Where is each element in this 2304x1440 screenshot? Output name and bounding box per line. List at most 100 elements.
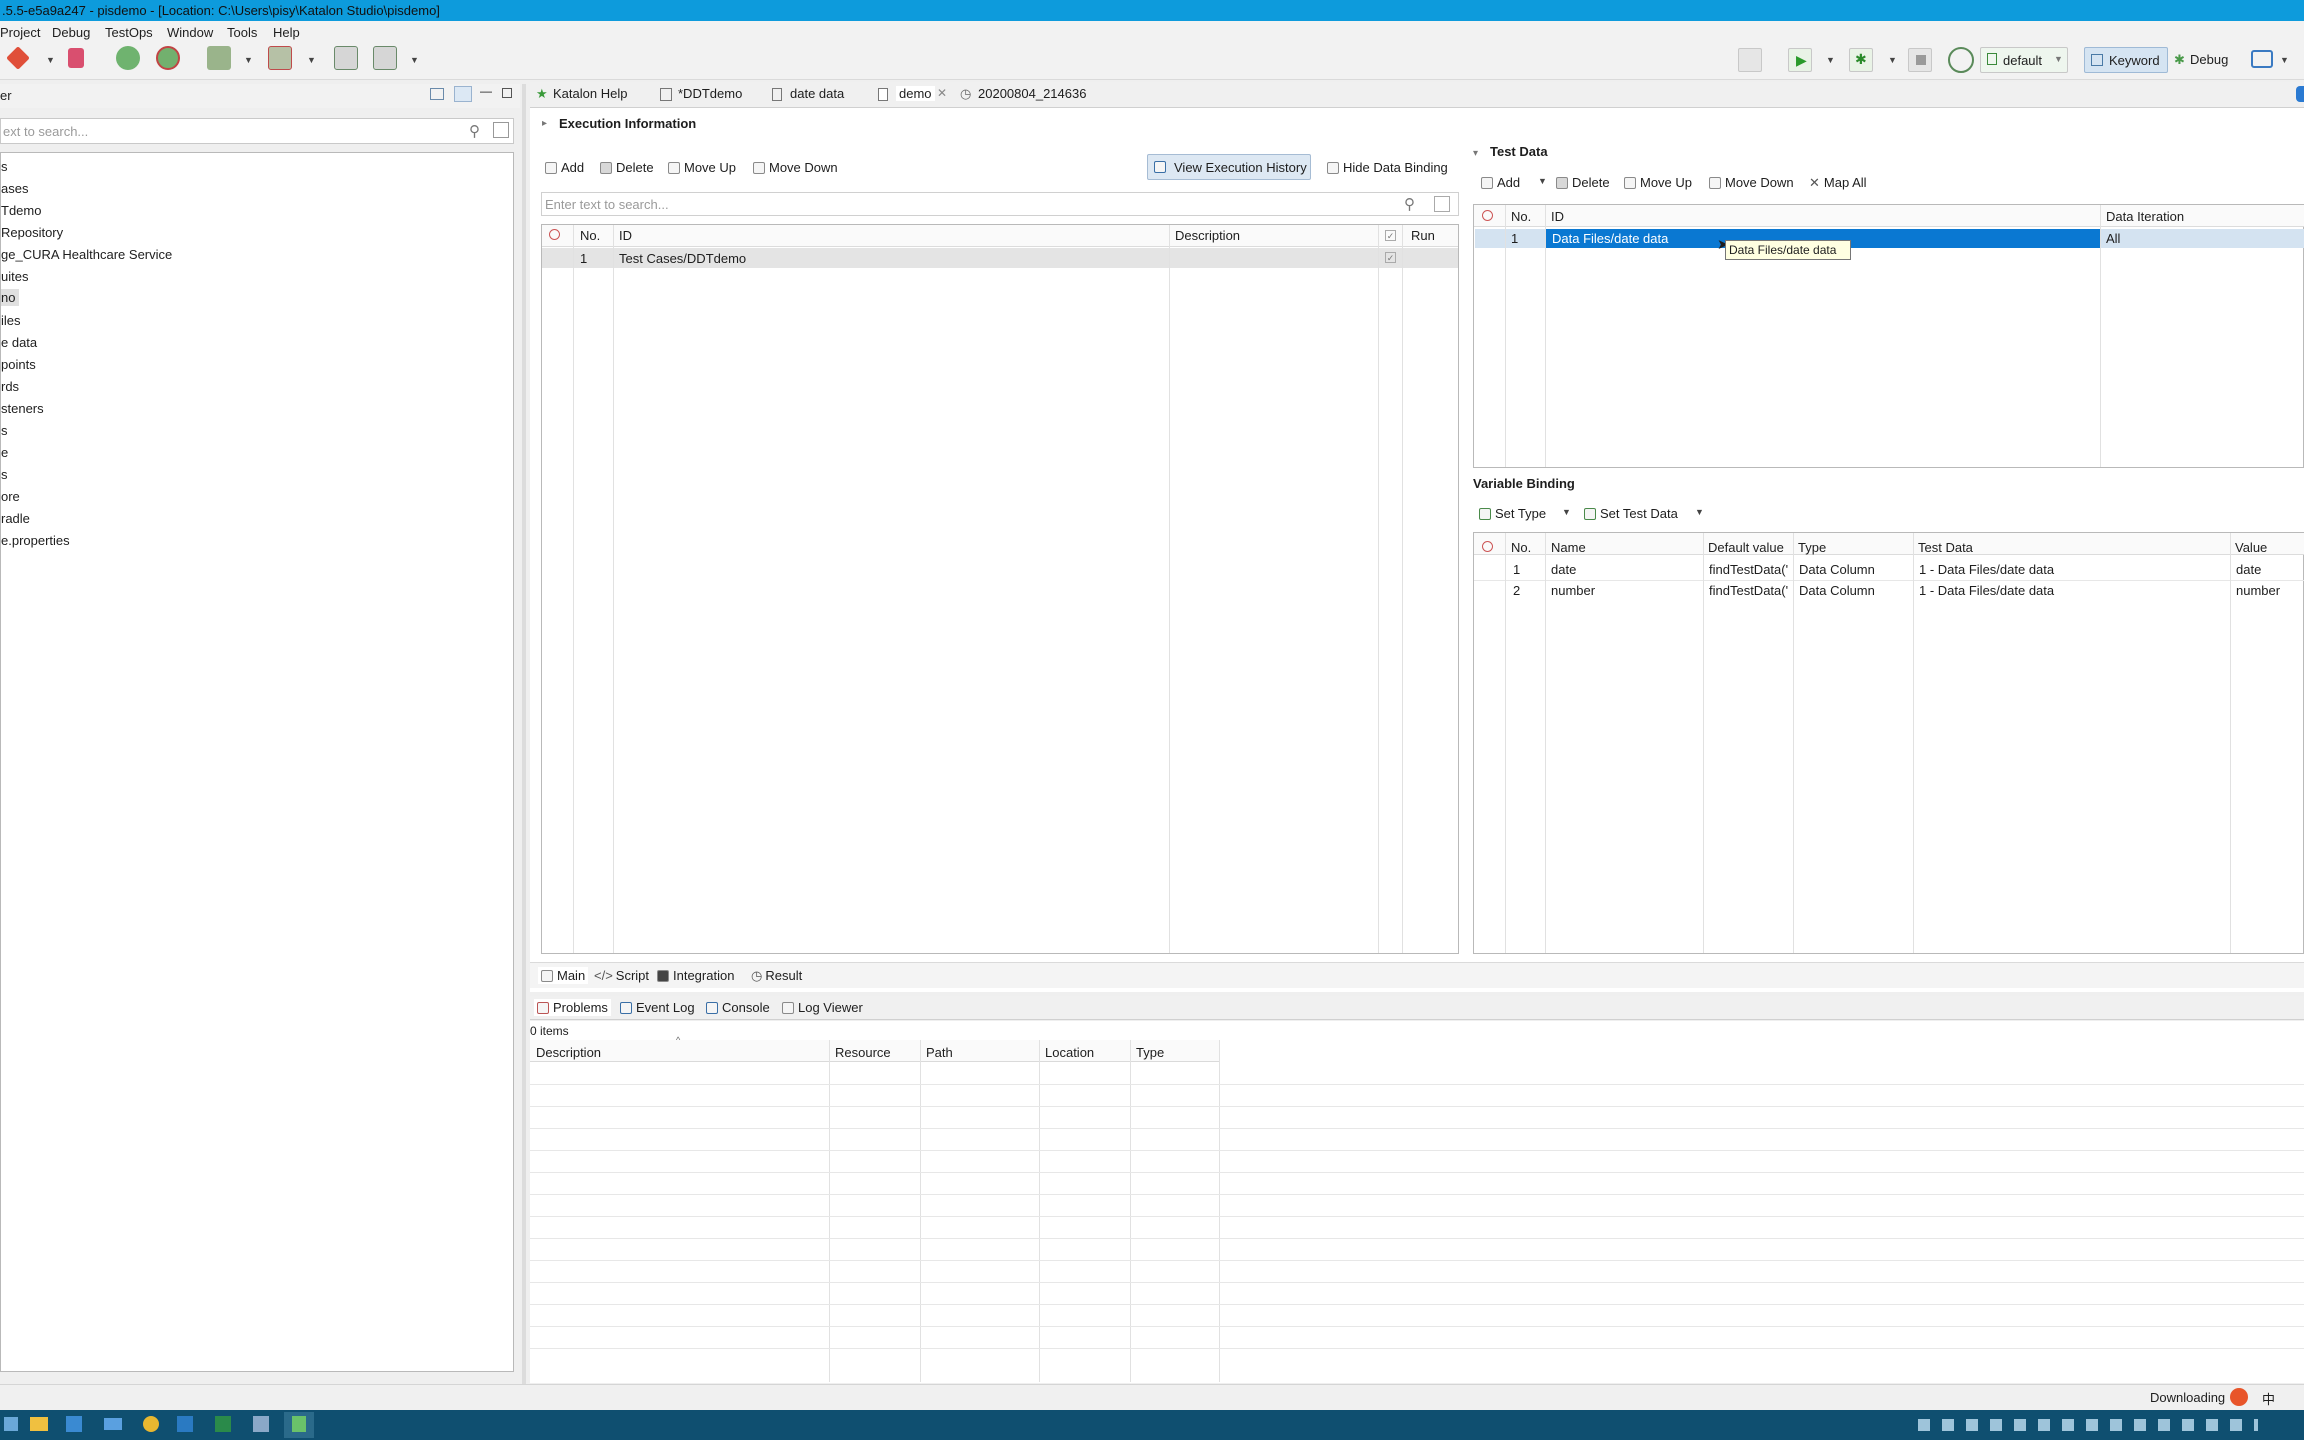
- add-button[interactable]: Add: [545, 160, 584, 175]
- menu-help[interactable]: Help: [273, 25, 300, 40]
- chevron-down-icon[interactable]: ▼: [244, 55, 253, 65]
- test-data-add-button[interactable]: Add: [1481, 175, 1520, 190]
- tab-script[interactable]: </> Script: [594, 968, 649, 983]
- mobile-icon[interactable]: [207, 46, 231, 70]
- maximize-icon[interactable]: [502, 88, 512, 98]
- notepad-icon[interactable]: [253, 1416, 269, 1432]
- tree-item[interactable]: rds: [1, 379, 19, 394]
- tab-katalon-help[interactable]: Katalon Help: [553, 86, 627, 101]
- tab-ddtdemo[interactable]: *DDTdemo: [678, 86, 742, 101]
- advanced-search-icon[interactable]: [1434, 196, 1450, 212]
- tree-item[interactable]: Tdemo: [1, 203, 41, 218]
- tree-item[interactable]: s: [1, 159, 8, 174]
- column-header-no[interactable]: No.: [580, 228, 600, 243]
- chevron-down-icon[interactable]: ▼: [1695, 507, 1704, 517]
- column-header-no[interactable]: No.: [1511, 209, 1531, 224]
- run-checkbox[interactable]: ✓: [1385, 252, 1396, 263]
- task-view-icon[interactable]: [4, 1417, 18, 1431]
- column-header-location[interactable]: Location: [1045, 1045, 1094, 1060]
- globe-icon[interactable]: [116, 46, 140, 70]
- view-execution-history-button[interactable]: View Execution History: [1147, 154, 1311, 180]
- run-icon[interactable]: ▶: [1788, 48, 1812, 72]
- tree-item[interactable]: e data: [1, 335, 37, 350]
- test-data-delete-button[interactable]: Delete: [1556, 175, 1610, 190]
- column-header-description[interactable]: Description: [1175, 228, 1240, 243]
- tree-item[interactable]: ge_CURA Healthcare Service: [1, 247, 172, 262]
- tree-item[interactable]: ases: [1, 181, 28, 196]
- tree-item[interactable]: uites: [1, 269, 28, 284]
- explorer-search-box[interactable]: ext to search... ⚲: [0, 118, 514, 144]
- menu-testops[interactable]: TestOps: [105, 25, 153, 40]
- column-header-resource[interactable]: Resource: [835, 1045, 891, 1060]
- tab-event-log[interactable]: Event Log: [620, 1000, 695, 1015]
- store-icon[interactable]: [66, 1416, 82, 1432]
- chevron-down-icon[interactable]: ▼: [1826, 55, 1835, 65]
- new-file-icon[interactable]: [68, 48, 84, 68]
- menu-debug[interactable]: Debug: [52, 25, 90, 40]
- tab-demo[interactable]: demo: [896, 86, 935, 101]
- menu-project[interactable]: Project: [0, 25, 40, 40]
- row-value[interactable]: number: [2236, 583, 2280, 598]
- excel-icon[interactable]: [215, 1416, 231, 1432]
- checkbox-icon[interactable]: ✓: [1385, 230, 1396, 241]
- chevron-down-icon[interactable]: ▼: [1562, 507, 1571, 517]
- tab-report[interactable]: 20200804_214636: [978, 86, 1086, 101]
- tab-integration[interactable]: Integration: [657, 968, 734, 983]
- tree-item[interactable]: e: [1, 445, 8, 460]
- keyword-perspective-button[interactable]: Keyword: [2084, 47, 2168, 73]
- search-icon[interactable]: ⚲: [469, 122, 480, 140]
- column-header-run[interactable]: Run: [1411, 228, 1435, 243]
- mail-icon[interactable]: [104, 1418, 122, 1430]
- column-header-name[interactable]: Name: [1551, 540, 1586, 555]
- collapse-all-icon[interactable]: [430, 88, 444, 100]
- column-header-no[interactable]: No.: [1511, 540, 1531, 555]
- column-header-id[interactable]: ID: [619, 228, 632, 243]
- system-tray-icons[interactable]: [1918, 1419, 2258, 1431]
- row-test-data[interactable]: 1 - Data Files/date data: [1919, 562, 2054, 577]
- row-type[interactable]: Data Column: [1799, 583, 1875, 598]
- tree-item-selected[interactable]: no: [1, 289, 20, 306]
- row-name[interactable]: date: [1551, 562, 1576, 577]
- tab-main[interactable]: Main: [538, 967, 589, 984]
- panel-sash[interactable]: [522, 84, 526, 1384]
- chevron-down-icon[interactable]: ▼: [46, 55, 55, 65]
- test-data-move-up-button[interactable]: Move Up: [1624, 175, 1692, 190]
- tab-console[interactable]: Console: [706, 1000, 770, 1015]
- tree-item[interactable]: iles: [1, 313, 21, 328]
- column-header-default-value[interactable]: Default value: [1708, 540, 1784, 555]
- chrome-icon[interactable]: [143, 1416, 159, 1432]
- chevron-down-icon[interactable]: ▼: [307, 55, 316, 65]
- chevron-down-icon[interactable]: ▾: [1473, 148, 1478, 159]
- mobile-record-icon[interactable]: [268, 46, 292, 70]
- desktop-icon[interactable]: [334, 46, 358, 70]
- ime-mode[interactable]: 中: [2262, 1389, 2275, 1408]
- set-type-button[interactable]: Set Type: [1479, 506, 1546, 521]
- column-header-description[interactable]: Description: [536, 1045, 601, 1060]
- tree-item[interactable]: s: [1, 423, 8, 438]
- move-down-button[interactable]: Move Down: [753, 160, 838, 175]
- menu-window[interactable]: Window: [167, 25, 213, 40]
- tree-item[interactable]: steners: [1, 401, 44, 416]
- column-header-test-data[interactable]: Test Data: [1918, 540, 1973, 555]
- execution-info-label[interactable]: Execution Information: [559, 116, 696, 131]
- column-header-path[interactable]: Path: [926, 1045, 953, 1060]
- test-data-move-down-button[interactable]: Move Down: [1709, 175, 1794, 190]
- row-type[interactable]: Data Column: [1799, 562, 1875, 577]
- chevron-down-icon[interactable]: ▼: [1888, 55, 1897, 65]
- chevron-down-icon[interactable]: ▼: [2280, 55, 2289, 65]
- tree-item[interactable]: ore: [1, 489, 20, 504]
- minimize-icon[interactable]: —: [480, 84, 492, 98]
- chevron-down-icon[interactable]: ▼: [1538, 176, 1547, 186]
- tab-result[interactable]: ◷ Result: [751, 968, 802, 984]
- column-header-value[interactable]: Value: [2235, 540, 2267, 555]
- chat-icon[interactable]: [2251, 50, 2273, 68]
- sort-ascending-icon[interactable]: ^: [676, 1035, 680, 1045]
- web-record-icon[interactable]: [156, 46, 180, 70]
- row-value[interactable]: date: [2236, 562, 2261, 577]
- column-header-data-iteration[interactable]: Data Iteration: [2106, 209, 2184, 224]
- chevron-down-icon[interactable]: ▼: [410, 55, 419, 65]
- chevron-right-icon[interactable]: ▸: [542, 118, 547, 129]
- delete-button[interactable]: Delete: [600, 160, 654, 175]
- tab-log-viewer[interactable]: Log Viewer: [782, 1000, 863, 1015]
- tree-item[interactable]: s: [1, 467, 8, 482]
